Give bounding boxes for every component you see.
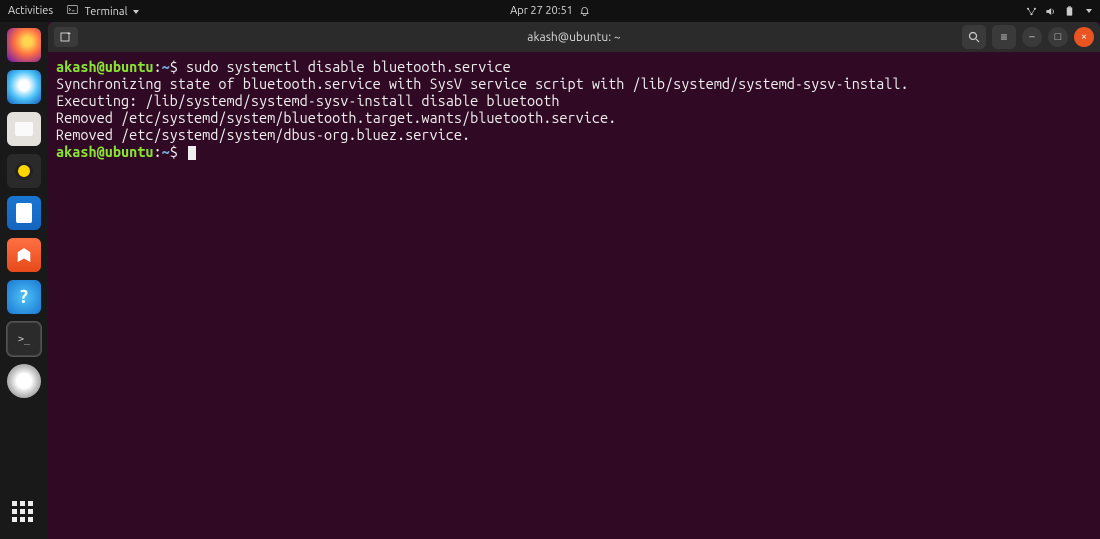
window-titlebar: akash@ubuntu: ~ ≡ – □ × xyxy=(48,22,1100,52)
dock-help-icon[interactable]: ? xyxy=(7,280,41,314)
new-tab-button[interactable] xyxy=(54,27,78,47)
terminal-window: akash@ubuntu: ~ ≡ – □ × akash@ubuntu:~$ … xyxy=(48,22,1100,539)
app-menu-label: Terminal xyxy=(85,6,128,18)
dock: ? xyxy=(0,22,48,539)
new-tab-icon xyxy=(60,31,72,43)
dock-terminal-icon[interactable] xyxy=(7,322,41,356)
dock-firefox-icon[interactable] xyxy=(7,28,41,62)
dock-writer-icon[interactable] xyxy=(7,196,41,230)
activities-button[interactable]: Activities xyxy=(8,5,53,17)
clock-text: Apr 27 20:51 xyxy=(510,5,573,17)
window-title: akash@ubuntu: ~ xyxy=(527,31,620,44)
close-button[interactable]: × xyxy=(1074,27,1094,47)
gnome-topbar: Activities Terminal Apr 27 20:51 xyxy=(0,0,1100,22)
clock[interactable]: Apr 27 20:51 xyxy=(510,5,590,17)
search-button[interactable] xyxy=(962,25,986,49)
dock-rhythmbox-icon[interactable] xyxy=(7,154,41,188)
dock-thunderbird-icon[interactable] xyxy=(7,70,41,104)
app-menu[interactable]: Terminal xyxy=(67,4,139,18)
minimize-button[interactable]: – xyxy=(1022,27,1042,47)
show-applications-icon[interactable] xyxy=(12,501,36,525)
terminal-body[interactable]: akash@ubuntu:~$ sudo systemctl disable b… xyxy=(48,52,1100,539)
chevron-down-icon xyxy=(1083,5,1092,17)
notification-icon xyxy=(579,6,590,17)
maximize-button[interactable]: □ xyxy=(1048,27,1068,47)
dock-disc-icon[interactable] xyxy=(7,364,41,398)
search-icon xyxy=(968,31,980,43)
terminal-menu-icon xyxy=(67,4,78,15)
menu-button[interactable]: ≡ xyxy=(992,25,1016,49)
network-icon xyxy=(1026,6,1037,17)
volume-icon xyxy=(1045,6,1056,17)
dock-files-icon[interactable] xyxy=(7,112,41,146)
battery-icon xyxy=(1064,6,1075,17)
system-status-area[interactable] xyxy=(1026,5,1092,17)
dock-software-icon[interactable] xyxy=(7,238,41,272)
